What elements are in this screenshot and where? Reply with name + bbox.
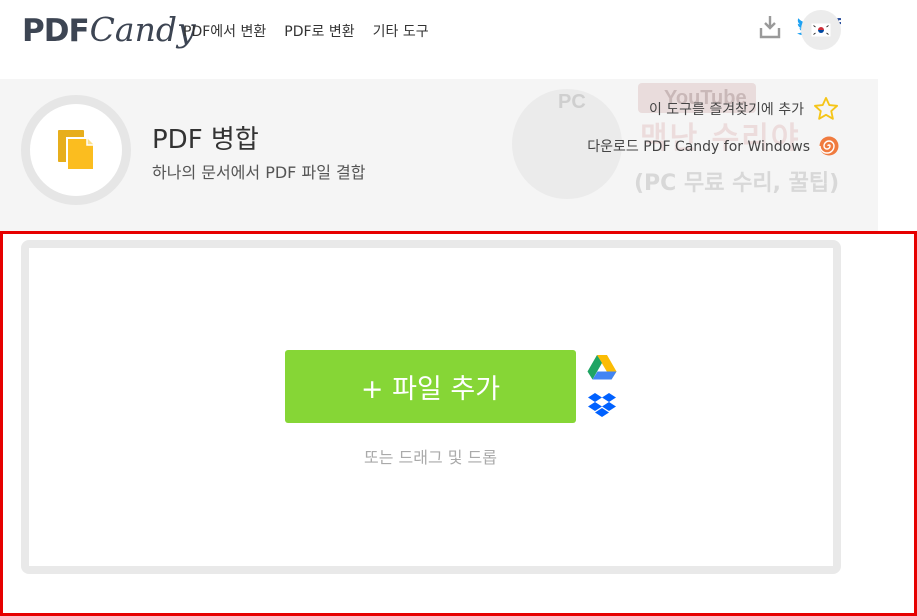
pdfcandy-logo[interactable]: PDF Candy [22, 10, 196, 54]
tool-header: PDF 병합 하나의 문서에서 PDF 파일 결합 YouTube 맥난 수리야… [0, 79, 878, 232]
nav-other-tools[interactable]: 기타 도구 [373, 21, 429, 41]
page: PDF Candy PDF에서 변환 PDF로 변환 기타 도구 f [0, 0, 917, 616]
nav-convert-to-pdf[interactable]: PDF로 변환 [284, 21, 354, 41]
tool-icon-badge [21, 95, 131, 205]
download-windows-link[interactable]: 다운로드 PDF Candy for Windows [587, 135, 840, 157]
star-icon [813, 96, 839, 120]
candy-swirl-icon [819, 136, 839, 156]
download-windows-label: 다운로드 PDF Candy for Windows [587, 139, 810, 155]
logo-pdf-text: PDF [22, 13, 90, 49]
watermark-badge: PC [558, 91, 586, 113]
merge-pdf-icon [58, 130, 95, 171]
google-drive-icon[interactable] [586, 352, 618, 382]
watermark-subtitle: (PC 무료 수리, 꿀팁) [634, 171, 840, 196]
add-file-button[interactable]: + 파일 추가 [285, 350, 576, 423]
download-icon[interactable] [758, 14, 782, 40]
main-nav: PDF에서 변환 PDF로 변환 기타 도구 [183, 21, 429, 41]
dropbox-icon[interactable] [586, 391, 618, 421]
korean-flag-icon [811, 23, 831, 37]
drag-drop-hint: 또는 드래그 및 드롭 [363, 448, 498, 467]
logo-candy-text: Candy [89, 10, 196, 49]
language-selector[interactable] [801, 10, 841, 50]
add-favorite-label: 이 도구를 즐겨찾기에 추가 [648, 102, 804, 118]
nav-convert-from-pdf[interactable]: PDF에서 변환 [183, 21, 266, 41]
page-title: PDF 병합 [152, 125, 259, 155]
header: PDF Candy PDF에서 변환 PDF로 변환 기타 도구 f [0, 0, 917, 62]
add-favorite-link[interactable]: 이 도구를 즐겨찾기에 추가 [649, 95, 840, 123]
page-subtitle: 하나의 문서에서 PDF 파일 결합 [152, 163, 366, 182]
